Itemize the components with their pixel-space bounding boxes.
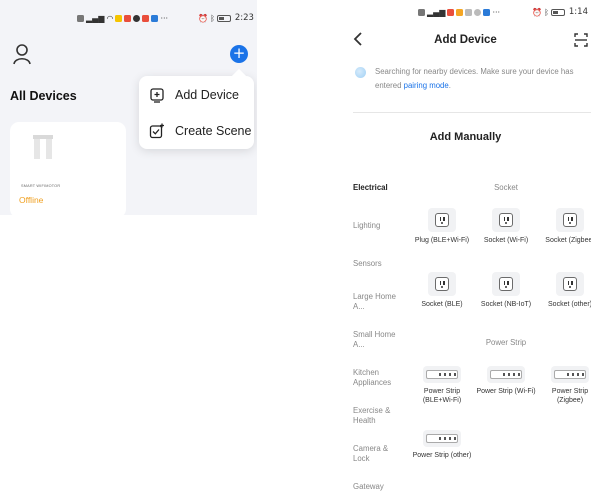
wifi-icon: ◠ <box>106 13 114 23</box>
product-label: Socket (NB-IoT) <box>480 301 532 308</box>
scan-icon[interactable] <box>574 33 588 47</box>
search-notice-suffix: . <box>448 81 451 90</box>
app-notification-icon <box>133 14 141 22</box>
app-notification-icon <box>456 8 464 16</box>
alarm-icon: ⏰ <box>198 13 209 23</box>
device-name: SMART WIFIMOTOR <box>21 184 61 188</box>
group-title-power-strip: Power Strip <box>485 338 527 347</box>
product-socket-other[interactable]: Socket (other) <box>540 272 591 310</box>
product-label: Socket (other) <box>548 301 591 308</box>
product-label: Power Strip (other) <box>412 452 472 459</box>
app-notification-icon <box>447 8 455 16</box>
user-icon[interactable] <box>12 43 32 65</box>
add-device-screen: ▂▄▆ ··· ⏰ ᛒ 1:14 Add Device Searching fo… <box>340 0 591 491</box>
product-plug-ble-wifi[interactable]: Plug (BLE+Wi-Fi) <box>412 208 472 246</box>
socket-icon <box>428 208 456 232</box>
create-scene-icon <box>149 123 164 139</box>
category-item-large-home-appliances[interactable]: Large Home A... <box>353 292 401 311</box>
status-bar: ▂▄▆ ··· ⏰ ᛒ 1:14 <box>418 6 588 18</box>
overflow-icon: ··· <box>160 13 169 23</box>
pairing-mode-link[interactable]: pairing mode <box>404 81 449 90</box>
app-notification-icon <box>474 8 482 16</box>
add-device-icon <box>150 88 164 103</box>
product-power-strip-wifi[interactable]: Power Strip (Wi-Fi) <box>476 366 536 397</box>
status-time: 2:23 <box>234 13 254 23</box>
socket-icon <box>556 272 584 296</box>
signal-icon: ▂▄▆ <box>427 7 446 17</box>
product-power-strip-zigbee[interactable]: Power Strip (Zigbee) <box>540 366 591 405</box>
app-notification-icon <box>151 14 159 22</box>
app-notification-icon <box>124 14 132 22</box>
device-card[interactable]: SMART WIFIMOTOR Offline <box>10 122 126 215</box>
notification-icon <box>77 14 84 22</box>
product-label: Socket (BLE) <box>421 301 463 308</box>
socket-icon <box>492 208 520 232</box>
signal-icon: ▂▄▆ <box>86 13 105 23</box>
app-notification-icon <box>483 8 491 16</box>
category-item-small-home-appliances[interactable]: Small Home A... <box>353 330 401 349</box>
status-bar: ▂▄▆ ◠ ··· ⏰ ᛒ 2:23 <box>77 12 254 24</box>
add-menu-popup: Add Device Create Scene <box>139 76 254 149</box>
menu-item-add-device[interactable]: Add Device <box>149 87 239 103</box>
menu-item-create-scene[interactable]: Create Scene <box>149 123 251 139</box>
page-title: Add Device <box>434 34 497 46</box>
app-notification-icon <box>465 8 473 16</box>
product-socket-nb-iot[interactable]: Socket (NB-IoT) <box>476 272 536 310</box>
category-item-lighting[interactable]: Lighting <box>353 221 380 231</box>
home-screen: ▂▄▆ ◠ ··· ⏰ ᛒ 2:23 + All Devices SMART W… <box>0 0 257 215</box>
product-label: Plug (BLE+Wi-Fi) <box>414 237 470 244</box>
product-power-strip-ble-wifi[interactable]: Power Strip (BLE+Wi-Fi) <box>412 366 472 405</box>
battery-icon <box>216 14 231 22</box>
category-item-sensors[interactable]: Sensors <box>353 259 382 269</box>
notification-icon <box>418 8 425 16</box>
product-label: Power Strip (Wi-Fi) <box>476 388 536 395</box>
product-socket-zigbee[interactable]: Socket (Zigbee) <box>540 208 591 246</box>
curtain-motor-icon <box>33 135 53 159</box>
alarm-icon: ⏰ <box>532 7 543 17</box>
product-label: Power Strip (BLE+Wi-Fi) <box>422 388 462 404</box>
power-strip-icon <box>487 366 525 383</box>
product-label: Power Strip (Zigbee) <box>551 388 589 404</box>
page-title: All Devices <box>10 89 77 103</box>
category-item-electrical[interactable]: Electrical <box>353 183 388 193</box>
category-item-kitchen-appliances[interactable]: Kitchen Appliances <box>353 368 403 387</box>
device-status: Offline <box>19 195 44 205</box>
divider <box>353 112 591 113</box>
menu-item-label: Add Device <box>175 88 239 102</box>
product-label: Socket (Wi-Fi) <box>483 237 529 244</box>
app-notification-icon <box>115 14 123 22</box>
group-title-socket: Socket <box>494 183 518 192</box>
product-socket-ble[interactable]: Socket (BLE) <box>412 272 472 310</box>
category-item-exercise-health[interactable]: Exercise & Health <box>353 406 399 425</box>
status-time: 1:14 <box>568 7 588 17</box>
product-power-strip-other[interactable]: Power Strip (other) <box>412 430 472 461</box>
product-socket-wifi[interactable]: Socket (Wi-Fi) <box>476 208 536 246</box>
socket-icon <box>428 272 456 296</box>
power-strip-icon <box>423 366 461 383</box>
plus-circle-icon[interactable]: + <box>230 45 248 63</box>
bluetooth-icon: ᛒ <box>544 7 549 17</box>
battery-icon <box>550 8 565 16</box>
bluetooth-icon: ᛒ <box>210 13 215 23</box>
power-strip-icon <box>551 366 589 383</box>
menu-item-label: Create Scene <box>175 124 252 138</box>
socket-icon <box>556 208 584 232</box>
search-notice: Searching for nearby devices. Make sure … <box>375 65 585 93</box>
category-item-camera-lock[interactable]: Camera & Lock <box>353 444 399 463</box>
socket-icon <box>492 272 520 296</box>
category-item-gateway[interactable]: Gateway <box>353 482 384 491</box>
power-strip-icon <box>423 430 461 447</box>
section-heading: Add Manually <box>429 131 502 143</box>
app-notification-icon <box>142 14 150 22</box>
overflow-icon: ··· <box>492 7 501 17</box>
searching-indicator <box>355 67 366 78</box>
product-label: Socket (Zigbee) <box>545 237 591 244</box>
